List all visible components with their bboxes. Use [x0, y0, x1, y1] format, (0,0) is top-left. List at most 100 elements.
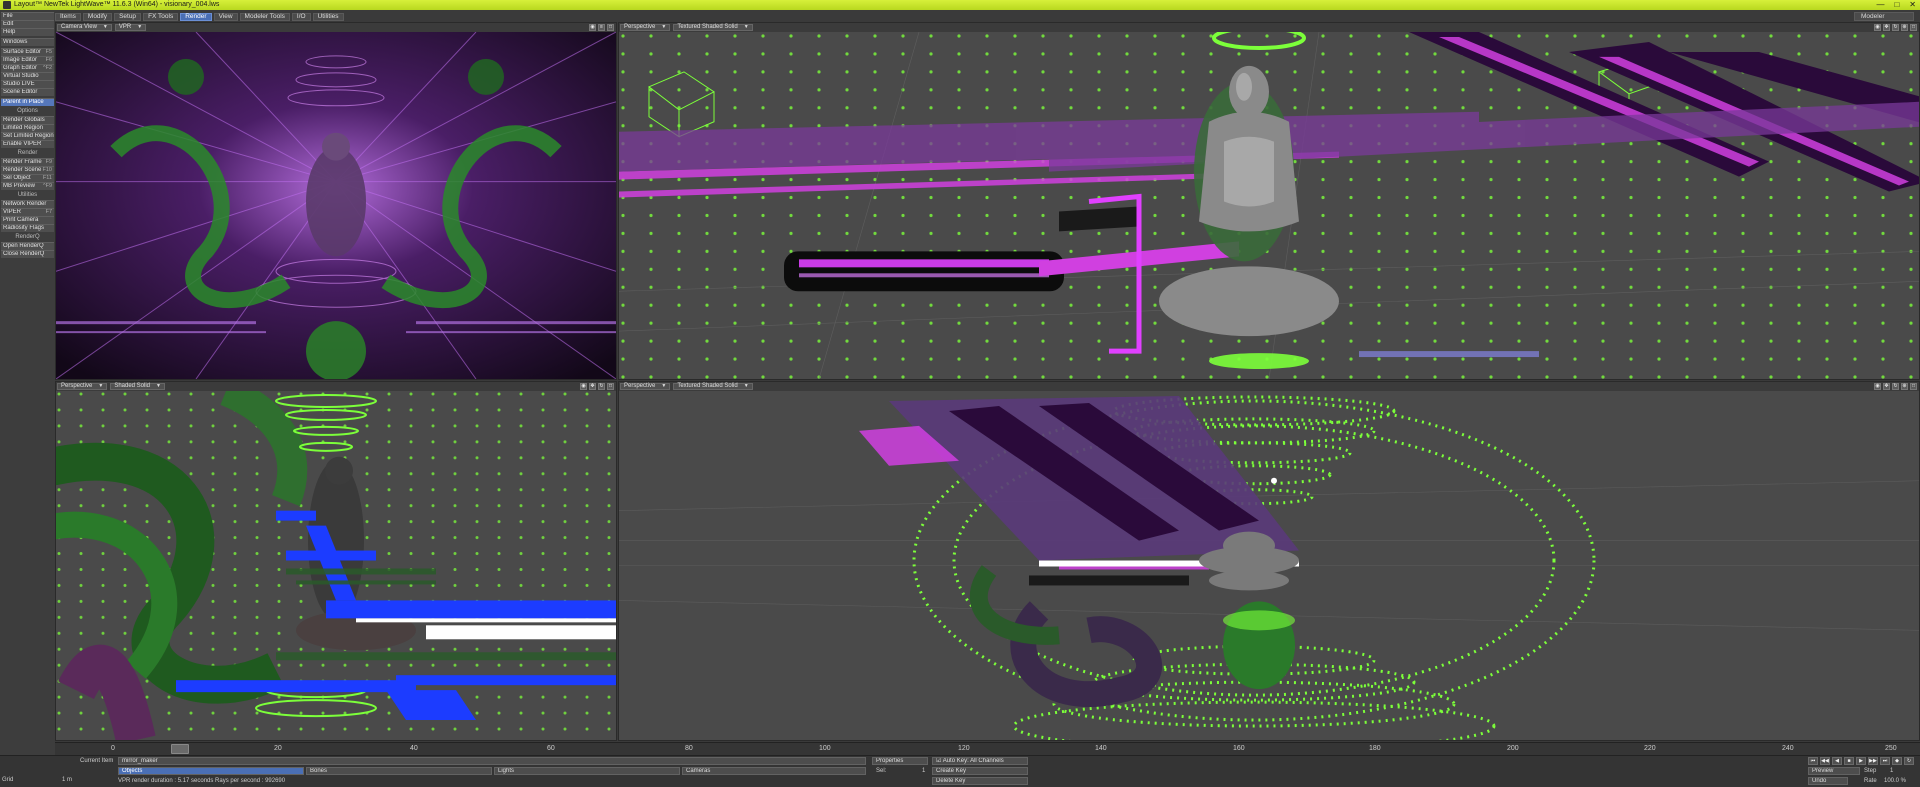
- mb-preview-button[interactable]: MB Preview ^F9: [1, 182, 54, 190]
- undo-button[interactable]: Undo: [1808, 777, 1848, 785]
- frame-slider-handle[interactable]: [171, 744, 189, 754]
- image-editor-button[interactable]: Image Editor F6: [1, 56, 54, 64]
- camera-icon[interactable]: ◉: [589, 24, 596, 31]
- play-icon[interactable]: ▶: [1856, 757, 1866, 765]
- options-icon[interactable]: ≡: [598, 24, 605, 31]
- render-mode-dropdown[interactable]: Textured Shaded Solid ▼: [673, 383, 753, 390]
- tab-io[interactable]: I/O: [291, 12, 311, 21]
- view-type-dropdown[interactable]: Perspective ▼: [57, 383, 108, 390]
- lights-button[interactable]: Lights: [494, 767, 680, 775]
- current-item-dropdown[interactable]: mirror_maker: [118, 757, 866, 765]
- parent-in-place-button[interactable]: Parent in Place: [1, 98, 54, 106]
- tab-utilities[interactable]: Utilities: [312, 12, 344, 21]
- perspective-canvas[interactable]: [619, 32, 1919, 379]
- help-menu[interactable]: Help: [1, 28, 54, 36]
- tab-view[interactable]: View: [213, 12, 238, 21]
- graph-editor-button[interactable]: Graph Editor ^F2: [1, 64, 54, 72]
- vpr-render-image: [56, 32, 616, 379]
- camera-icon[interactable]: ◉: [1874, 383, 1881, 390]
- render-mode-dropdown[interactable]: VPR ▼: [114, 24, 147, 31]
- studio-live-button[interactable]: Studio LIVE: [1, 80, 54, 88]
- minimize-button[interactable]: —: [1876, 0, 1884, 10]
- vpr-status-text: VPR render duration : 5.17 seconds Rays …: [118, 778, 286, 784]
- preview-dropdown[interactable]: Preview: [1808, 767, 1860, 775]
- sel-object-button[interactable]: Sel Object F11: [1, 174, 54, 182]
- render-globals-button[interactable]: Render Globals: [1, 116, 54, 124]
- tab-modify[interactable]: Modify: [82, 12, 113, 21]
- set-limited-region-button[interactable]: Set Limited Region: [1, 132, 54, 140]
- view-type-dropdown[interactable]: Camera View ▼: [57, 24, 112, 31]
- rate-label: Rate: [1864, 778, 1877, 784]
- viewport-top-right[interactable]: Perspective ▼ Textured Shaded Solid ▼ ◉ ✥ …: [618, 22, 1920, 380]
- render-frame-button[interactable]: Render Frame F9: [1, 158, 54, 166]
- camera-icon[interactable]: ◉: [1874, 24, 1881, 31]
- close-button[interactable]: ✕: [1909, 0, 1916, 10]
- print-camera-button[interactable]: Print Camera: [1, 216, 54, 224]
- close-renderq-button[interactable]: Close RenderQ: [1, 250, 54, 258]
- delete-key-button[interactable]: Delete Key: [932, 777, 1028, 785]
- stop-icon[interactable]: ■: [1844, 757, 1854, 765]
- enable-viper-button[interactable]: Enable VIPER: [1, 140, 54, 148]
- tab-render[interactable]: Render: [180, 12, 212, 21]
- zoom-icon[interactable]: ⊕: [1901, 383, 1908, 390]
- render-scene-button[interactable]: Render Scene F10: [1, 166, 54, 174]
- maximize-icon[interactable]: □: [1910, 383, 1917, 390]
- surface-editor-button[interactable]: Surface Editor F5: [1, 48, 54, 56]
- viewport-top-left[interactable]: Camera View ▼ VPR ▼ ◉ ≡ □: [55, 22, 617, 380]
- checkbox-icon[interactable]: ☑: [936, 758, 943, 764]
- pan-icon[interactable]: ✥: [1883, 383, 1890, 390]
- layout-icon: [3, 1, 11, 9]
- network-render-button[interactable]: Network Render: [1, 200, 54, 208]
- vpr-render-canvas[interactable]: [56, 32, 616, 379]
- rotate-icon[interactable]: ↻: [598, 383, 605, 390]
- objects-button[interactable]: Objects: [118, 767, 304, 775]
- tab-fx-tools[interactable]: FX Tools: [143, 12, 179, 21]
- viper-button[interactable]: VIPER F7: [1, 208, 54, 216]
- create-key-button[interactable]: Create Key: [932, 767, 1028, 775]
- key-icon[interactable]: ◆: [1892, 757, 1902, 765]
- maximize-icon[interactable]: □: [1910, 24, 1917, 31]
- perspective-shaded-canvas[interactable]: [56, 391, 616, 740]
- tab-setup[interactable]: Setup: [114, 12, 142, 21]
- windows-menu[interactable]: Windows: [1, 38, 54, 46]
- properties-button[interactable]: Properties: [872, 757, 928, 765]
- edit-menu[interactable]: Edit: [1, 20, 54, 28]
- maximize-icon[interactable]: □: [607, 24, 614, 31]
- scene-editor-button[interactable]: Scene Editor: [1, 88, 54, 96]
- play-reverse-icon[interactable]: ◀: [1832, 757, 1842, 765]
- prev-key-icon[interactable]: ◀◀: [1820, 757, 1830, 765]
- first-frame-icon[interactable]: ⏮: [1808, 757, 1818, 765]
- viewport-bottom-right[interactable]: Perspective ▼ Textured Shaded Solid ▼ ◉ ✥ …: [618, 381, 1920, 741]
- radiosity-flags-button[interactable]: Radiosity Flags: [1, 224, 54, 232]
- maximize-button[interactable]: □: [1894, 0, 1899, 10]
- utilities-section-label: Utilities: [17, 192, 38, 198]
- viewport-bottom-left[interactable]: Perspective ▼ Shaded Solid ▼ ◉ ✥ ↻ □: [55, 381, 617, 741]
- render-mode-dropdown[interactable]: Shaded Solid ▼: [110, 383, 165, 390]
- camera-icon[interactable]: ◉: [580, 383, 587, 390]
- tab-items[interactable]: Items: [55, 12, 81, 21]
- open-renderq-button[interactable]: Open RenderQ: [1, 242, 54, 250]
- tab-modeler-tools[interactable]: Modeler Tools: [239, 12, 290, 21]
- timeline-slider[interactable]: 0 20 40 60 80 100 120 140 160 180 200 22…: [55, 742, 1920, 755]
- limited-region-button[interactable]: Limited Region: [1, 124, 54, 132]
- next-key-icon[interactable]: ▶▶: [1868, 757, 1878, 765]
- rotate-icon[interactable]: ↻: [1892, 383, 1899, 390]
- auto-key-dropdown[interactable]: ☑ Auto Key: All Channels: [932, 757, 1028, 765]
- perspective-canvas-2[interactable]: [619, 391, 1919, 740]
- bones-button[interactable]: Bones: [306, 767, 492, 775]
- rotate-icon[interactable]: ↻: [1892, 24, 1899, 31]
- view-type-dropdown[interactable]: Perspective ▼: [620, 383, 671, 390]
- last-frame-icon[interactable]: ⏭: [1880, 757, 1890, 765]
- file-menu[interactable]: File: [1, 12, 54, 20]
- view-type-dropdown[interactable]: Perspective ▼: [620, 24, 671, 31]
- zoom-icon[interactable]: ⊕: [1901, 24, 1908, 31]
- pan-icon[interactable]: ✥: [589, 383, 596, 390]
- modeler-button[interactable]: Modeler: [1854, 12, 1914, 21]
- render-mode-dropdown[interactable]: Textured Shaded Solid ▼: [673, 24, 753, 31]
- maximize-icon[interactable]: □: [607, 383, 614, 390]
- options-section-label: Options: [17, 108, 38, 114]
- loop-icon[interactable]: ↻: [1904, 757, 1914, 765]
- cameras-button[interactable]: Cameras: [682, 767, 866, 775]
- pan-icon[interactable]: ✥: [1883, 24, 1890, 31]
- virtual-studio-button[interactable]: Virtual Studio: [1, 72, 54, 80]
